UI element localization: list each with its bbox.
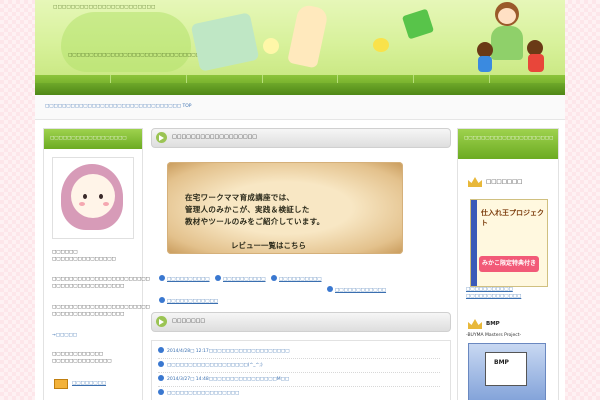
ranking-item-title: □□□□□□□ [486,179,523,185]
nav-item[interactable] [263,75,339,83]
profile-heading: □□□□□□□□□□□□□□□□□□ [44,129,142,149]
breadcrumb-bar: □□□□□□□□□□□□□□□□□□□□□□□□□□□□□□□□ TOP [35,95,565,120]
section-title: □□□□□□□□□□□□□□□□□□ [172,134,258,140]
profile-text: □□□□□□□□□□□□□□□□□□□□□□□ [52,305,150,310]
profile-more-link[interactable]: →□□□□□ [52,332,138,339]
crown-icon [468,319,482,329]
duck-illustration [373,38,389,52]
ranking-item-subtitle: -BUYMA Masters Project- [466,333,522,338]
mail-icon [54,379,68,389]
product-label: BMP [494,359,509,366]
profile-name: □□□□□□ [52,250,78,255]
arrow-right-icon [156,132,167,143]
profile-note: □□□□□□□□□□□□□□ [52,359,112,364]
ranking-heading: □□□□□□□□□□□□□□□□□□□□□ [458,129,558,159]
ranking-item-title: BMP [486,321,500,327]
bullet-icon [271,275,277,281]
bullet-icon [158,361,164,367]
child-illustration [525,40,547,72]
profile-text: □□□□□□□□□□□□□□□□□ [52,312,125,317]
site-tagline: □□□□□□□□□□□□□□□□□□□□□□□ [53,5,156,10]
banner-cta: レビュー一覧はこちら [231,241,306,250]
avatar [52,157,134,239]
baby-bottle-illustration [287,3,329,69]
site-header: □□□□□□□□□□□□□□□□□□□□□□□ □□□□□□□□□□□□□□□□… [35,0,565,75]
main-content: □□□□□□□□□□□□□□□□□□ 在宅ワークママ育成講座では、 管理人のみか… [151,128,451,400]
news-item[interactable]: □□□□□□□□□□□□□□□□□□□(^_^;) [158,361,440,373]
bullet-icon [215,275,221,281]
news-list: 2014/4/28□ 12:17□□□□□□□□□□□□□□□□□□□ □□□□… [151,340,451,400]
section-heading: □□□□□□□□□□□□□□□□□□ [151,128,451,148]
category-link[interactable]: □□□□□□□□□□ [215,275,266,282]
banner-line: 管理人のみかこが、実践＆検証した [185,205,310,214]
nav-item[interactable] [338,75,415,83]
global-nav [35,75,565,95]
profile-text: □□□□□□□□□□□□□□□□□ [52,284,125,289]
bullet-icon [159,275,165,281]
bullet-icon [158,347,164,353]
left-sidebar: □□□□□□□□□□□□□□□□□□ □□□□□□ □□□□□□□□□□□□□□… [43,128,150,400]
mail-link[interactable]: □□□□□□□□ [72,380,136,387]
bullet-icon [158,389,164,395]
category-link[interactable]: □□□□□□□□□□ [159,275,210,282]
profile-text: □□□□□□□□□□□□□□□□□□□□□□□ [52,277,150,282]
review-banner[interactable]: 在宅ワークママ育成講座では、 管理人のみかこが、実践＆検証した 教材やツールのみ… [167,162,403,254]
nav-item[interactable] [35,75,111,83]
spoon-illustration [263,38,279,54]
product-image[interactable]: BMP [468,343,546,400]
profile-note: □□□□□□□□□□□□ [52,352,104,357]
product-name: 仕入れ王プロジェクト [481,209,544,227]
news-item[interactable]: 2014/3/27□ 14:48□□□□□□□□□□□□□□□□M□□ [158,375,440,387]
product-link[interactable]: □□□□□□□□□□□□□ [466,294,521,299]
bullet-icon [327,286,333,292]
breadcrumb[interactable]: □□□□□□□□□□□□□□□□□□□□□□□□□□□□□□□□ TOP [45,104,192,109]
arrow-right-icon [156,316,167,327]
nav-item[interactable] [490,75,565,83]
nav-item[interactable] [111,75,187,83]
bullet-icon [158,375,164,381]
nav-item[interactable] [187,75,263,83]
category-link[interactable]: □□□□□□□□□□□□ [159,297,218,304]
right-sidebar: □□□□□□□□□□□□□□□□□□□□□ □□□□□□□ 仕入れ王プロジェクト… [457,128,559,400]
category-link[interactable]: □□□□□□□□□□□□ [327,286,386,293]
page-wrapper: □□□□□□□□□□□□□□□□□□□□□□□ □□□□□□□□□□□□□□□□… [35,0,565,400]
bear-illustration [190,12,260,72]
news-heading: □□□□□□□ [151,312,451,332]
banner-line: 教材やツールのみをご紹介しています。 [185,217,325,226]
news-title: □□□□□□□ [172,318,206,324]
news-item[interactable]: 2014/4/28□ 12:17□□□□□□□□□□□□□□□□□□□ [158,347,440,359]
profile-text: □□□□□□□□□□□□□□□ [52,257,116,262]
nav-item[interactable] [414,75,491,83]
category-link[interactable]: □□□□□□□□□□ [271,275,322,282]
product-link[interactable]: □□□□□□□□□□□ [466,287,513,292]
bonus-badge: みかこ限定特典付き [479,256,539,272]
news-item[interactable]: □□□□□□□□□□□□□□□□□ [158,389,440,400]
crown-icon [468,177,482,187]
child-illustration [475,42,495,72]
banner-line: 在宅ワークママ育成講座では、 [185,193,295,202]
toy-block-illustration [401,8,435,40]
product-image[interactable]: 仕入れ王プロジェクト みかこ限定特典付き [470,199,548,287]
heart-decoration [61,12,191,72]
bullet-icon [159,297,165,303]
